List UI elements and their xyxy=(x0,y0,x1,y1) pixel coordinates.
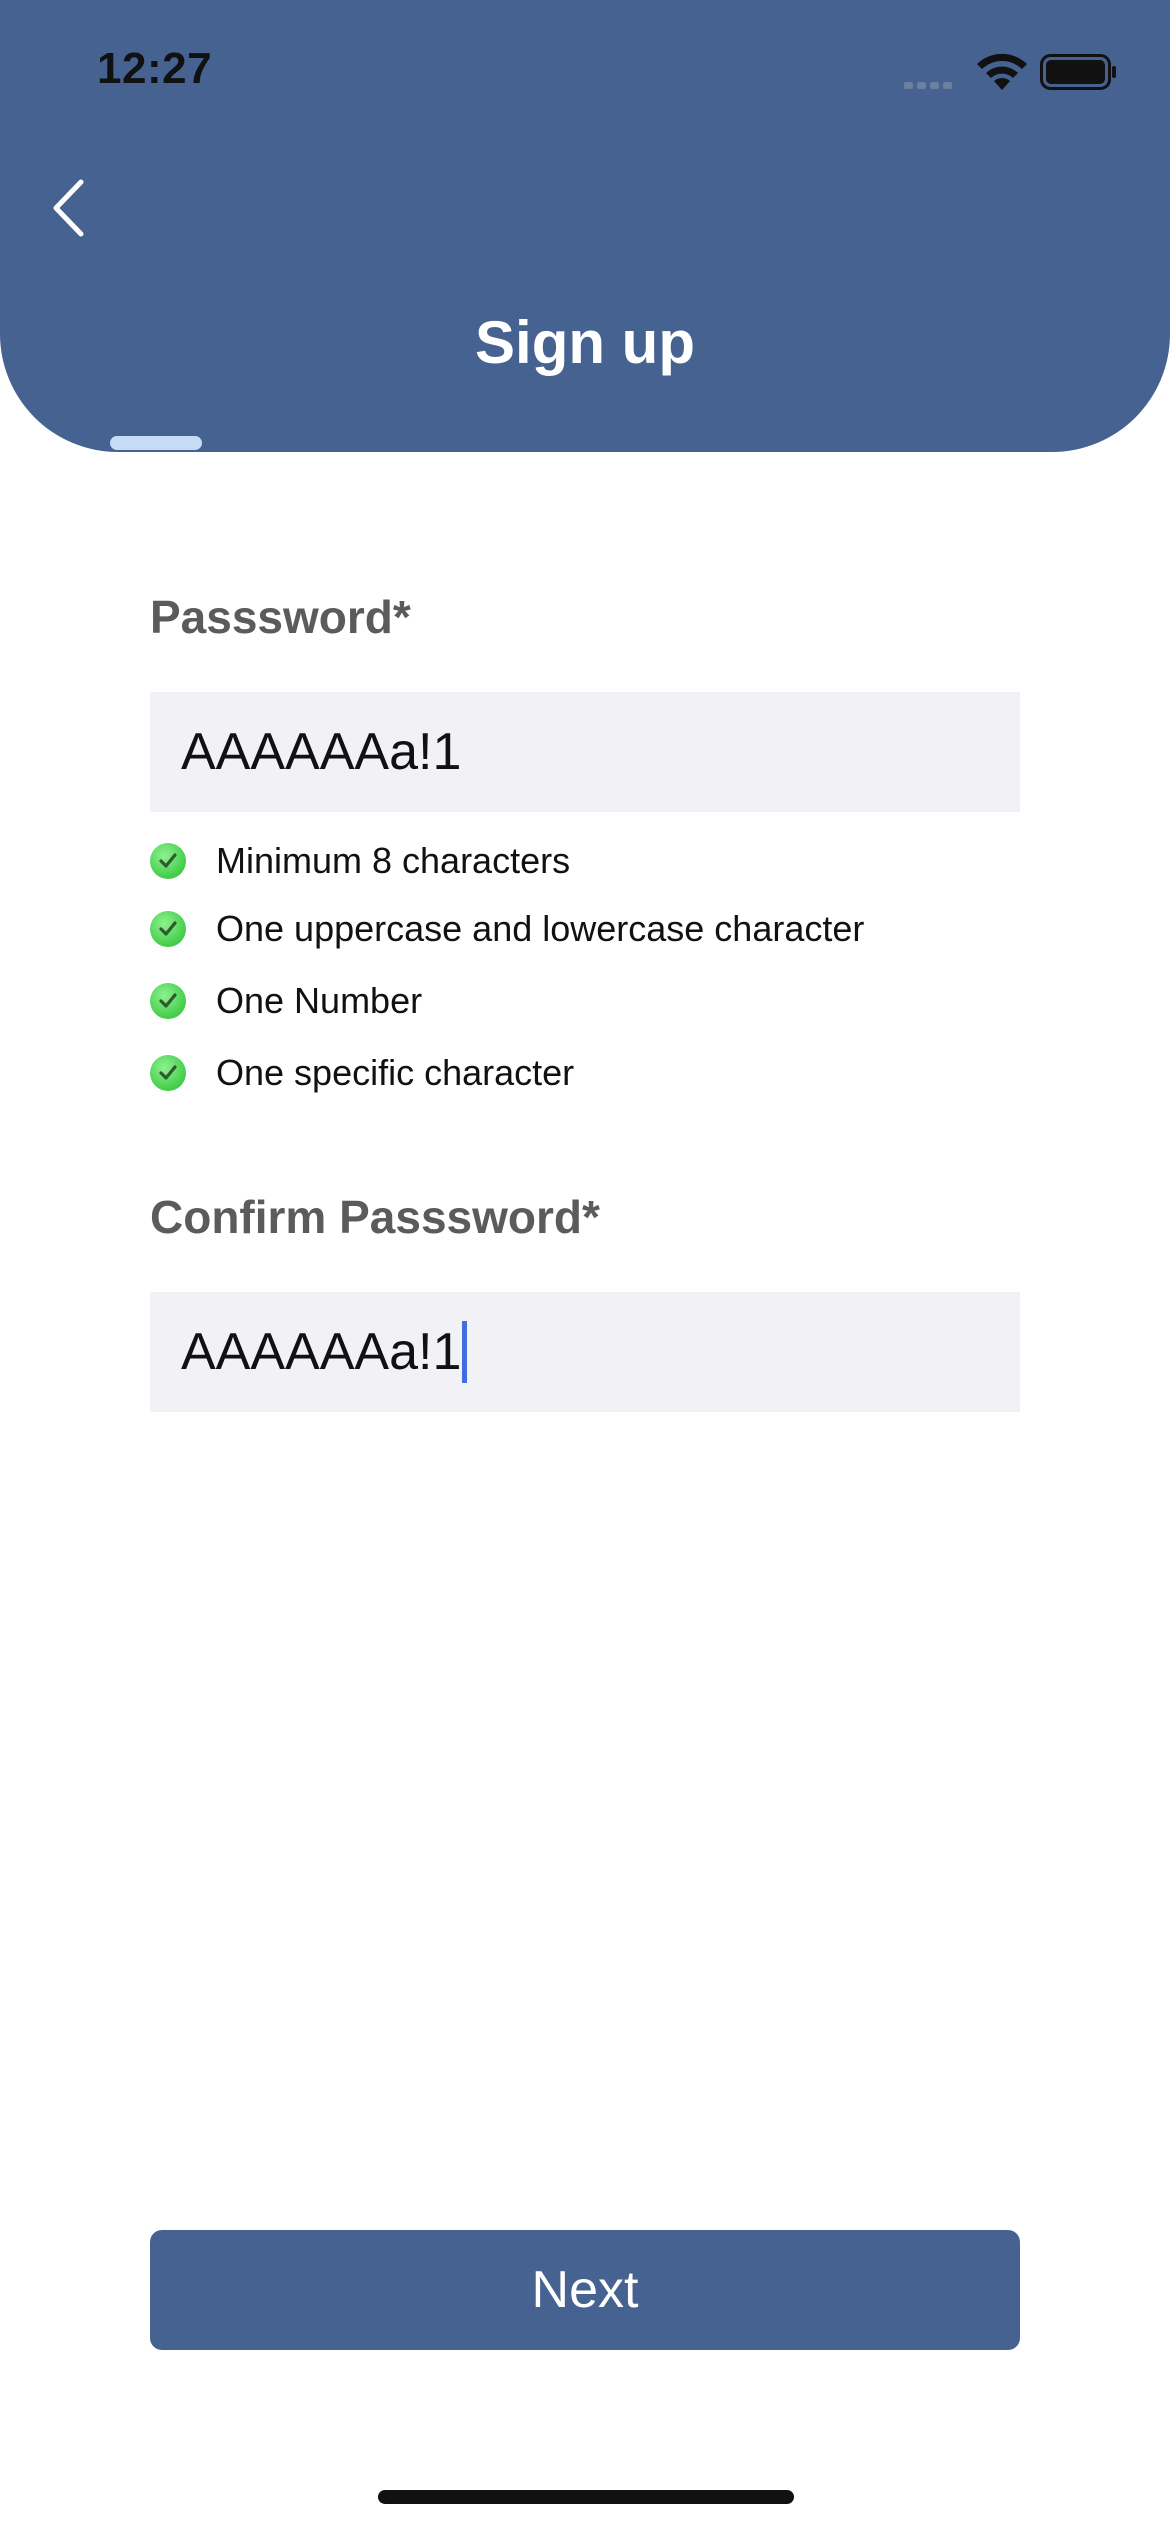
chevron-left-icon xyxy=(53,179,84,237)
confirm-password-value: AAAAAAa!1 xyxy=(181,1323,462,1381)
check-icon xyxy=(150,911,186,947)
confirm-password-label: Confirm Passsword* xyxy=(150,1191,600,1243)
header-bar: 12:27 Sign up xyxy=(0,0,1170,452)
password-label: Passsword* xyxy=(150,591,411,643)
step-indicator xyxy=(110,436,202,450)
rule-min-length: Minimum 8 characters xyxy=(150,836,570,886)
rule-special-char: One specific character xyxy=(150,1048,574,1098)
rule-number: One Number xyxy=(150,976,422,1026)
check-icon xyxy=(150,1055,186,1091)
password-input[interactable]: AAAAAAa!1 xyxy=(150,692,1020,812)
password-value: AAAAAAa!1 xyxy=(181,723,462,781)
rule-text: One specific character xyxy=(216,1052,575,1093)
battery-icon xyxy=(1040,54,1116,90)
rule-upper-lower: One uppercase and lowercase character xyxy=(150,904,864,954)
check-icon xyxy=(150,983,186,1019)
rule-text: Minimum 8 characters xyxy=(216,840,571,881)
page-title: Sign up xyxy=(475,309,695,376)
rule-text: One uppercase and lowercase character xyxy=(216,908,865,949)
home-indicator[interactable] xyxy=(378,2490,794,2504)
wifi-icon xyxy=(977,53,1027,90)
confirm-password-input[interactable]: AAAAAAa!1 xyxy=(150,1292,1020,1412)
text-caret xyxy=(462,1321,468,1383)
check-icon xyxy=(150,843,186,879)
back-button[interactable] xyxy=(40,172,96,244)
status-time: 12:27 xyxy=(97,44,213,93)
rule-text: One Number xyxy=(216,980,423,1021)
next-button[interactable]: Next xyxy=(150,2230,1020,2350)
